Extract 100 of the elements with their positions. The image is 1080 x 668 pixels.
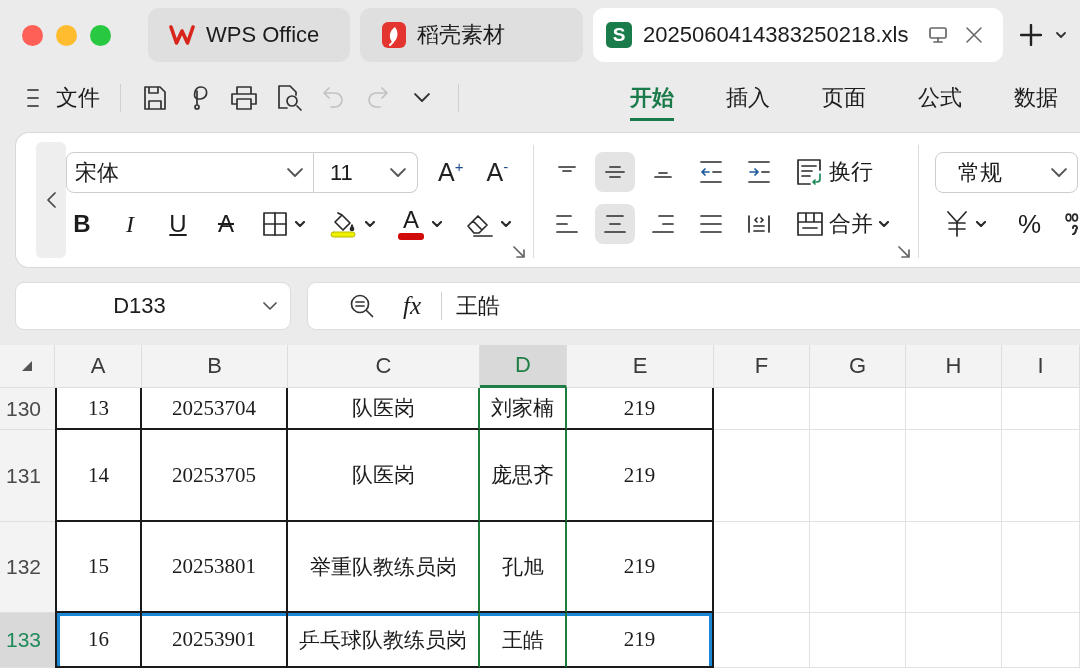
table-cell: 孔旭 (480, 522, 567, 613)
wrap-text-button[interactable]: 换行 (797, 152, 873, 192)
vertical-align-button[interactable] (595, 152, 635, 192)
table-cell: 13 (55, 388, 142, 430)
justify-icon (700, 215, 722, 233)
align-center-icon (604, 215, 626, 233)
ribbon-tab[interactable]: 数据 (1014, 74, 1058, 121)
column-header[interactable]: C (288, 345, 480, 388)
table-cell: 队医岗 (288, 430, 480, 522)
paint-bucket-icon (329, 210, 357, 238)
font-size-field[interactable]: 11 (314, 152, 418, 193)
chevron-left-icon (46, 192, 56, 208)
color-swatch-icon (398, 232, 424, 240)
table-cell: 20253705 (142, 430, 288, 522)
ribbon-tab[interactable]: 页面 (822, 74, 866, 121)
table-cell: 20253801 (142, 522, 288, 613)
merge-cells-button[interactable]: 合并 (797, 204, 889, 244)
caret-icon (365, 221, 375, 227)
column-header[interactable]: I (1002, 345, 1080, 388)
table-cell: 15 (55, 522, 142, 613)
expand-arrow-icon[interactable] (898, 246, 910, 258)
row-header[interactable]: 132 (0, 522, 55, 613)
monitor-icon[interactable] (929, 27, 947, 43)
caret-icon (501, 221, 511, 227)
underline-button[interactable]: U (162, 204, 194, 244)
chevron-down-icon (390, 167, 406, 178)
app-tab[interactable]: S 2025060414383250218.xls (593, 8, 1003, 62)
wrap-text-icon (797, 159, 823, 185)
font-family-field[interactable]: 宋体 (66, 152, 314, 193)
align-middle-icon (605, 166, 625, 178)
formula-field[interactable]: 王皓 (456, 283, 1080, 329)
close-icon[interactable] (966, 27, 982, 43)
table-cell: 乒乓球队教练员岗 (288, 613, 480, 668)
ribbon-tab[interactable]: 公式 (918, 74, 962, 121)
row-header[interactable]: 131 (0, 430, 55, 522)
table-cell: 队医岗 (288, 388, 480, 430)
leaf-logo-icon (382, 22, 406, 48)
caret-icon (976, 221, 986, 227)
table-cell: 庞思齐 (480, 430, 567, 522)
chevron-down-icon[interactable] (1056, 32, 1066, 38)
bold-button[interactable]: B (66, 204, 98, 244)
caret-icon (879, 221, 889, 227)
font-color-button[interactable]: A (394, 204, 446, 244)
ribbon-tab[interactable]: 插入 (726, 74, 770, 121)
document-search-icon[interactable] (275, 84, 302, 111)
table-cell: 219 (567, 388, 714, 430)
column-header[interactable]: D (480, 345, 567, 388)
save-icon[interactable] (144, 85, 167, 110)
shrink-font-button[interactable]: A$^{-}$ (486, 160, 509, 185)
strikethrough-button[interactable]: A (210, 204, 242, 244)
file-menu[interactable]: 文件 (56, 82, 100, 113)
indent-increase-icon[interactable] (748, 161, 770, 183)
app-tab[interactable]: 稻壳素材 (360, 8, 583, 62)
plus-icon[interactable] (1020, 24, 1042, 46)
row-header[interactable]: 130 (0, 388, 55, 430)
borders-icon (263, 212, 287, 236)
table-cell: 14 (55, 430, 142, 522)
table-cell: 219 (567, 522, 714, 613)
window-close-icon[interactable] (22, 24, 43, 46)
triangle-icon (22, 361, 32, 371)
distribute-icon (748, 215, 770, 233)
function-button[interactable]: fx (403, 292, 422, 320)
indent-decrease-icon[interactable] (700, 161, 722, 183)
column-header[interactable]: F (714, 345, 810, 388)
column-header[interactable]: B (142, 345, 288, 388)
app-logo-icon (169, 24, 195, 46)
percent-button[interactable]: % (1018, 208, 1042, 240)
horizontal-align-button[interactable] (595, 204, 635, 244)
caret-icon (295, 221, 305, 227)
chevron-down-icon (263, 302, 277, 310)
column-header[interactable]: H (906, 345, 1002, 388)
table-cell: 刘家楠 (480, 388, 567, 430)
chevron-down-icon (1051, 167, 1067, 178)
table-cell: 20253901 (142, 613, 288, 668)
currency-icon (946, 211, 968, 237)
column-header[interactable]: G (810, 345, 906, 388)
table-cell: 219 (567, 613, 714, 668)
grow-font-button[interactable]: A$^{+}$ (438, 160, 464, 185)
caret-icon (432, 221, 442, 227)
table-cell: 219 (567, 430, 714, 522)
ribbon-tab[interactable]: 开始 (630, 74, 674, 121)
menu-icon[interactable] (27, 88, 39, 107)
cell-name-field[interactable]: D133 (15, 282, 291, 330)
number-format-field[interactable]: 常规 (935, 152, 1078, 193)
expand-arrow-icon[interactable] (513, 246, 525, 258)
column-header[interactable]: E (567, 345, 714, 388)
table-cell: 20253704 (142, 388, 288, 430)
table-cell: 举重队教练员岗 (288, 522, 480, 613)
merge-cells-icon (797, 212, 823, 236)
spreadsheet-logo: S (606, 22, 632, 48)
column-header[interactable]: A (55, 345, 142, 388)
search-icon[interactable] (350, 294, 374, 318)
app-tab[interactable]: WPS Office (148, 8, 350, 62)
thousands-separator-icon[interactable] (1065, 213, 1080, 235)
chevron-down-icon (287, 167, 303, 178)
chevron-down-icon[interactable] (414, 92, 431, 103)
italic-button[interactable]: I (114, 204, 146, 244)
print-icon[interactable] (231, 85, 258, 110)
table-cell: 王皓 (480, 613, 567, 668)
table-cell: 16 (55, 613, 142, 668)
